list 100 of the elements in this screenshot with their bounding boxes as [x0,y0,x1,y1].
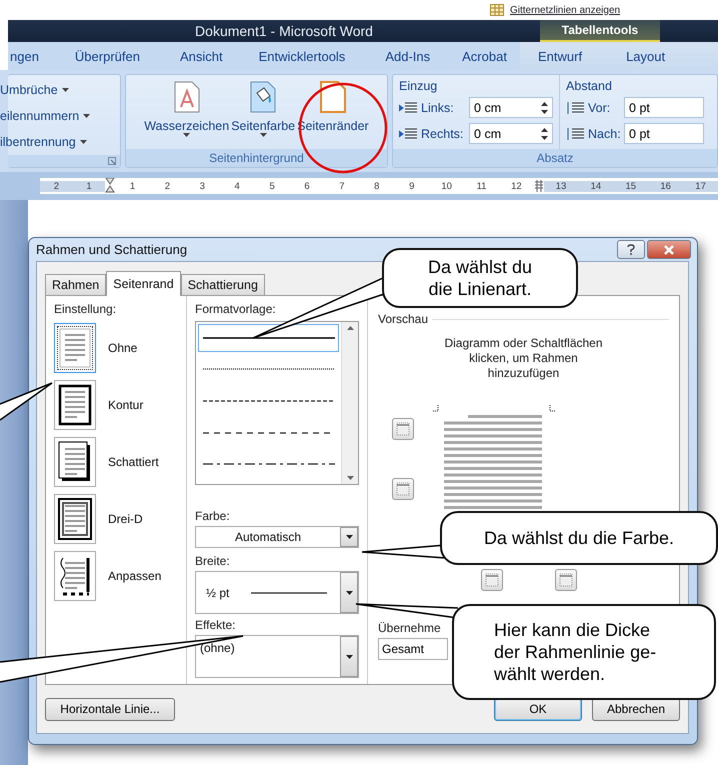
width-dropdown[interactable]: ½ pt [195,571,359,614]
dialog-tab[interactable]: Schattierung [180,274,265,295]
field-label: Nach: [588,126,620,140]
horizontal-line-button[interactable]: Horizontale Linie... [45,698,175,720]
section-label: Einstellung: [54,302,118,316]
ruler-number: 2 [40,180,73,192]
menu-item-text[interactable]: Gitternetzlinien anzeigen [510,4,620,16]
context-tab-group-header: Tabellentools [540,20,660,42]
ruler-number: 13 [544,180,578,192]
apply-to-dropdown[interactable]: Gesamt [378,638,448,660]
group-label: Seitenhintergrund [126,149,388,167]
callout-text: Da wählst du die Linienart. [382,248,578,308]
scroll-down-icon[interactable] [346,476,354,480]
ruler-number: 8 [373,180,380,192]
line-style-list[interactable] [195,321,359,485]
ruler-number: 9 [408,180,416,192]
spacing-icon [566,100,584,114]
effects-dropdown[interactable]: (ohne) [195,635,359,678]
ruler-number: 10 [440,180,453,192]
border-toggle-button[interactable] [481,569,503,591]
ribbon-button[interactable]: Seitenfarbe [231,75,296,149]
setting-option-button[interactable] [54,380,96,430]
field-label: Rechts: [421,126,464,140]
ruler-number: 15 [613,180,648,192]
ribbon-tab[interactable]: Überprüfen [74,48,140,64]
setting-option-button[interactable] [54,551,96,601]
ruler-number: 3 [198,180,206,192]
window-title: Dokument1 - Microsoft Word [195,23,373,39]
watermark-icon [174,81,200,113]
ribbon-tab[interactable]: Entwicklertools [258,48,346,64]
setting-option-button[interactable] [54,323,96,373]
color-dropdown[interactable]: Automatisch [195,526,359,548]
ruler-number: 12 [510,180,523,192]
grid-icon [490,4,504,16]
ruler-number: 16 [648,180,684,192]
field-label: Formatvorlage: [195,302,277,316]
paint-bucket-icon [250,81,276,113]
spin-field[interactable]: 0 pt [624,97,704,118]
ribbon-menu-button[interactable]: eilennummern [0,103,120,129]
section-label: Abstand [566,79,613,93]
field-label: Vor: [588,100,612,114]
dropdown-arrow-icon [346,590,352,595]
ruler-number: 7 [338,180,346,192]
dropdown-caret-icon [62,88,69,92]
spacing-icon [566,126,584,140]
setting-option-button[interactable] [54,437,96,487]
border-toggle-button[interactable] [392,418,414,440]
ribbon-tab[interactable]: Layout [626,48,666,64]
field-label: Breite: [195,554,231,568]
dropdown-caret-icon [80,140,87,144]
section-label: Einzug [399,79,438,93]
field-label: Farbe: [195,509,231,523]
border-icon [396,422,410,436]
ruler-number: 14 [578,180,614,192]
ribbon-tab[interactable]: Entwurf [538,48,582,64]
ruler-number: 5 [268,180,276,192]
dialog-launcher-icon[interactable] [108,157,116,165]
border-toggle-button[interactable] [555,569,577,591]
scrollbar[interactable] [341,322,358,484]
border-toggle-button[interactable] [392,478,414,500]
border-icon [485,573,499,587]
option-label: Schattiert [108,455,159,469]
ribbon-tab[interactable]: Add-Ins [385,48,430,64]
help-button[interactable] [617,240,645,259]
ribbon-tab[interactable]: ngen [10,48,39,64]
ruler-number: 4 [234,180,241,192]
column-marker-icon[interactable] [534,180,544,192]
border-icon [559,573,573,587]
ruler-number: 11 [476,180,488,192]
ribbon-tab[interactable]: Acrobat [462,48,507,64]
spin-field[interactable]: 0 cm [469,123,554,144]
page-border-icon [320,81,346,113]
group-label: Vorschau [378,312,428,326]
ruler-number: 1 [72,180,106,192]
ribbon-menu-button[interactable]: ilbentrennung [0,129,120,155]
spin-arrows-icon [541,128,548,140]
scroll-up-icon[interactable] [346,326,354,330]
option-label: Kontur [108,398,144,412]
spin-field[interactable]: 0 pt [624,123,704,144]
indent-marker-icon[interactable] [105,178,116,194]
dialog-tab[interactable]: Seitenrand [106,271,181,296]
callout-text: Hier kann die Dicke der Rahmenlinie ge-wählt werden. [452,604,716,700]
spin-field[interactable]: 0 cm [469,97,554,118]
field-label: Effekte: [195,618,236,632]
border-icon [396,482,410,496]
close-button[interactable] [647,240,691,259]
ruler-number: 6 [303,180,311,192]
page-setting-icon [55,495,95,543]
setting-option-button[interactable] [54,494,96,544]
indent-icon [399,100,418,114]
close-icon [664,244,674,254]
ribbon-tab[interactable]: Ansicht [180,48,223,64]
ribbon-button[interactable]: Wasserzeichen [144,75,230,149]
line-style-item[interactable] [198,324,339,352]
option-label: Drei-D [108,512,143,526]
dropdown-arrow-icon [346,654,352,659]
ribbon-menu-button[interactable]: Umbrüche [0,77,120,103]
ruler-number: 2 [164,180,172,192]
field-label: Übernehme [378,621,441,635]
dialog-tab[interactable]: Rahmen [45,274,106,295]
